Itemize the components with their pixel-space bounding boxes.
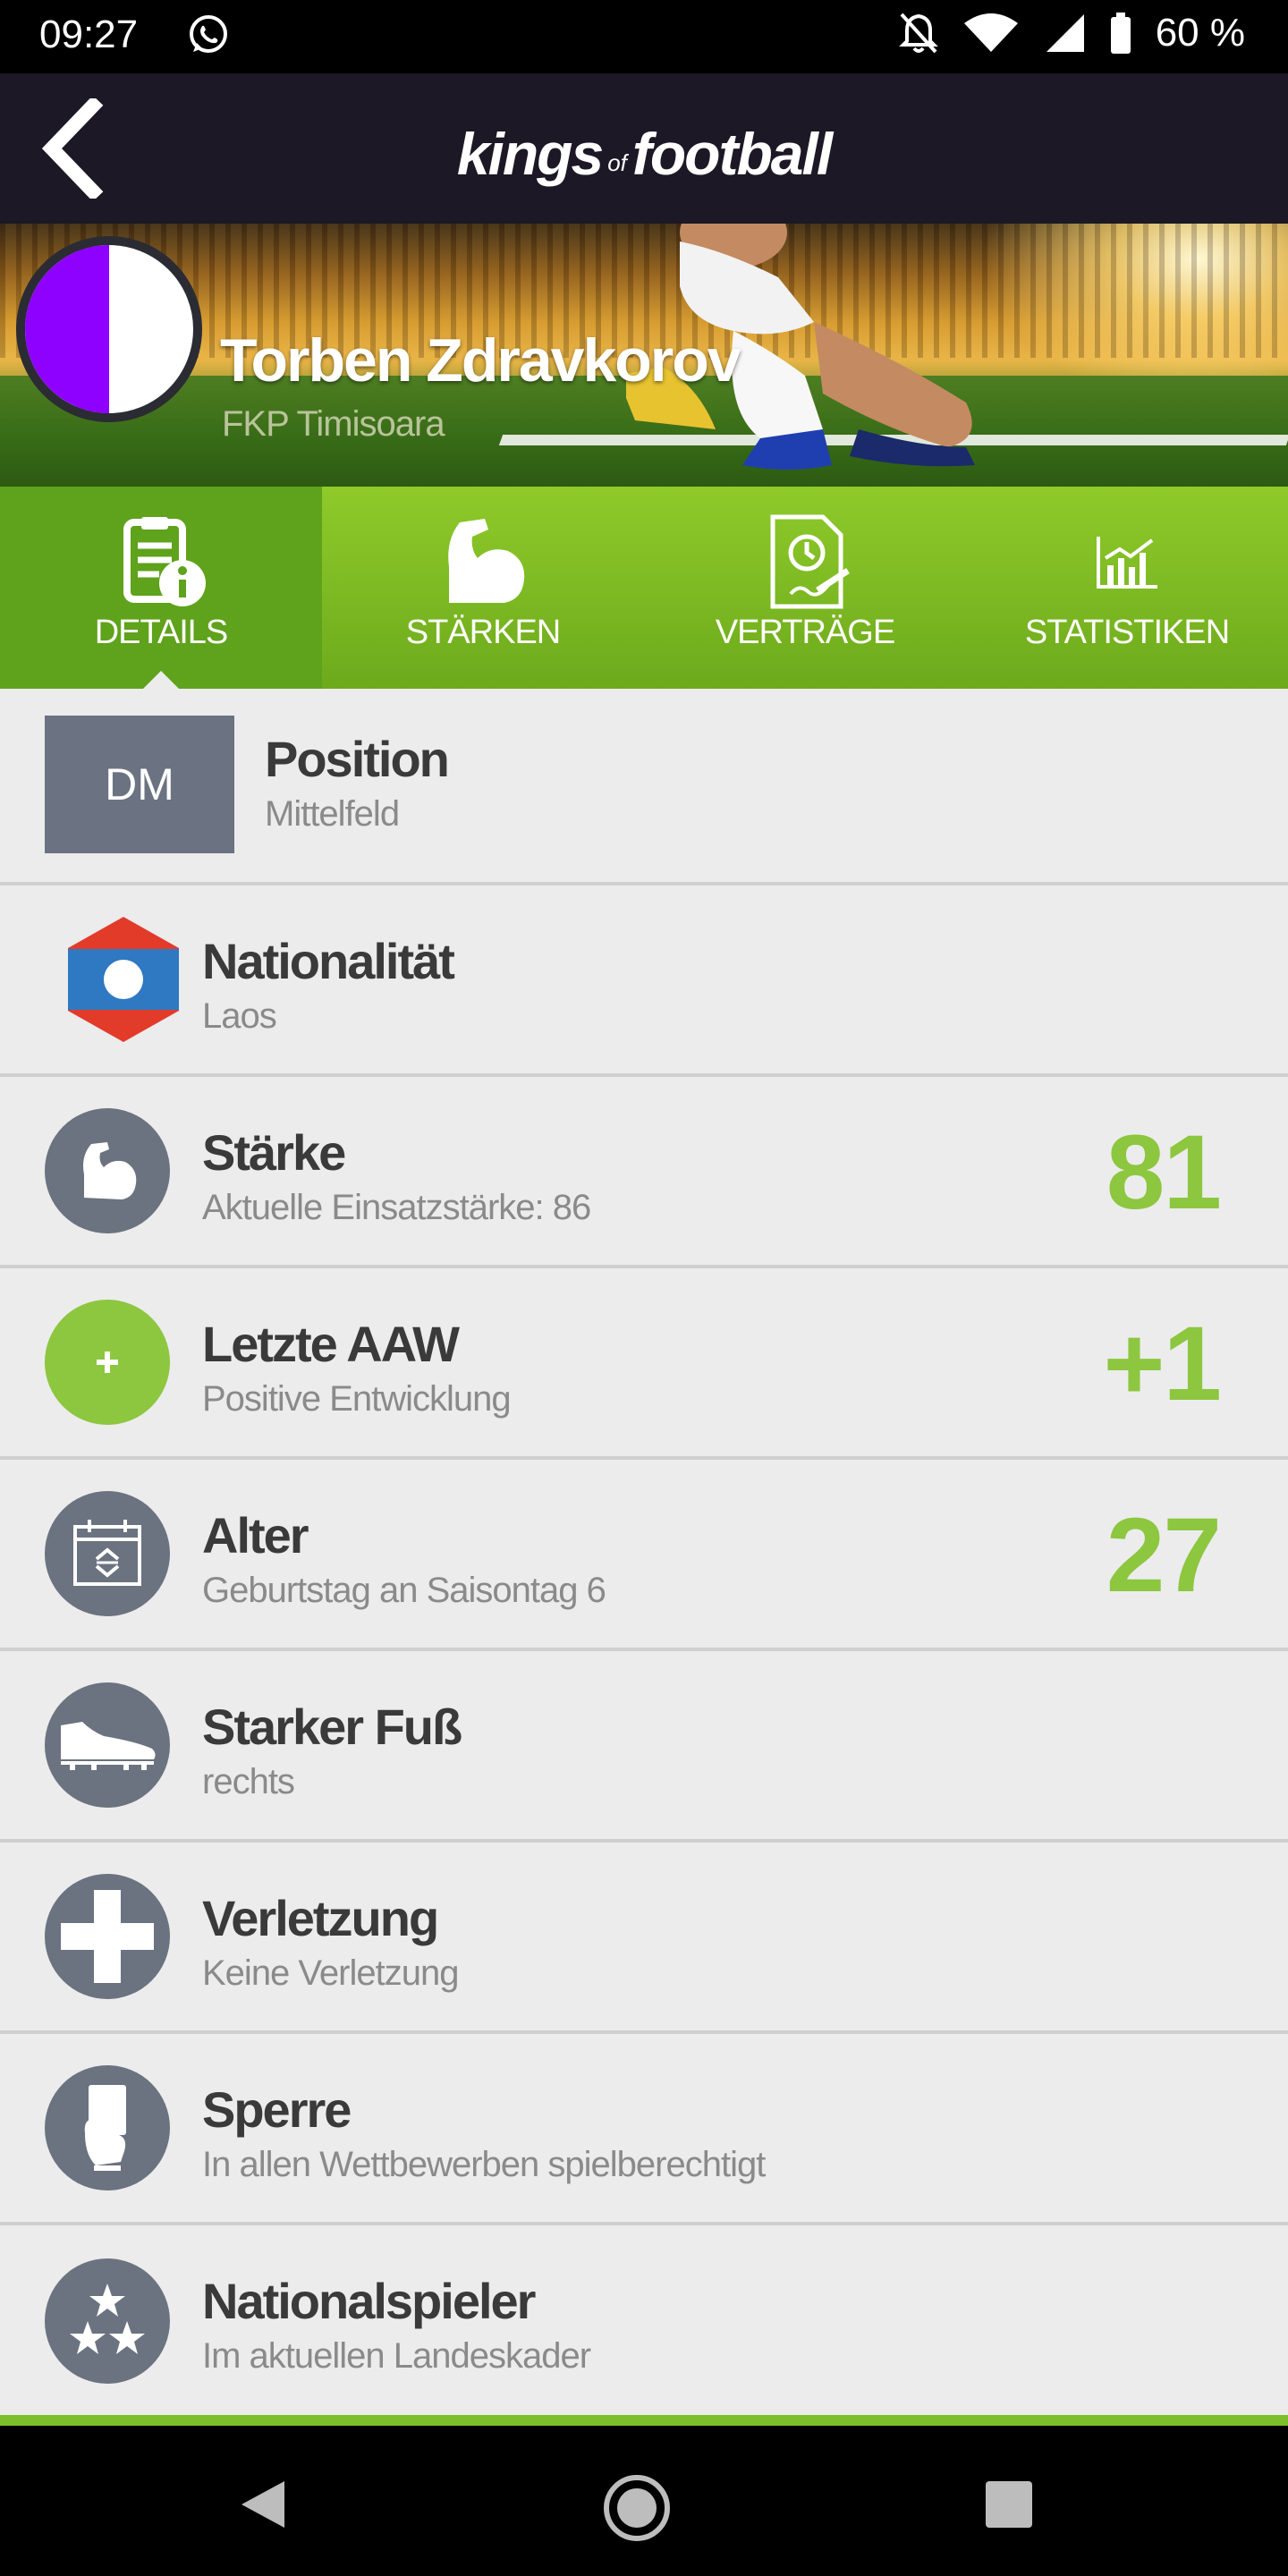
detail-row-nationalspieler: Nationalspieler Im aktuellen Landeskader — [0, 2225, 1288, 2417]
detail-row-nationality: Nationalität Laos — [0, 886, 1288, 1077]
fuss-icon-circle — [45, 1682, 170, 1808]
player-name: Torben Zdravkorov — [220, 326, 741, 394]
row-subtitle: Mittelfeld — [265, 794, 400, 834]
stars-icon — [70, 2284, 145, 2354]
staerke-icon-circle — [45, 1108, 170, 1233]
tab-vertraege[interactable]: VERTRÄGE — [644, 487, 966, 689]
app-header: kings offootball — [0, 73, 1288, 224]
staerke-value: 81 — [1106, 1114, 1222, 1232]
tab-statistiken[interactable]: STATISTIKEN — [966, 487, 1288, 689]
verletzung-icon-circle — [45, 1874, 170, 1999]
row-subtitle: Geburtstag an Saisontag 6 — [202, 1571, 606, 1610]
nav-back-button[interactable] — [238, 2478, 288, 2531]
logo-kings: kings — [456, 121, 604, 187]
logo-of: of — [607, 149, 627, 176]
row-subtitle: rechts — [202, 1762, 295, 1801]
battery-icon — [1110, 13, 1131, 54]
row-subtitle: Positive Entwicklung — [202, 1379, 512, 1419]
logo-football: football — [631, 121, 833, 187]
row-title: Nationalität — [202, 933, 455, 989]
row-title: Alter — [202, 1507, 309, 1563]
tab-staerken-label: STÄRKEN — [405, 614, 561, 651]
medical-cross-icon — [61, 1890, 154, 1983]
bicep-icon — [83, 1142, 137, 1199]
contract-icon — [770, 514, 850, 609]
tab-details-label: DETAILS — [94, 614, 229, 651]
row-subtitle: Laos — [202, 996, 277, 1036]
status-time: 09:27 — [39, 13, 139, 56]
sperre-icon-circle — [45, 2065, 170, 2190]
system-nav-bar — [0, 2426, 1288, 2576]
club-badge — [16, 236, 202, 422]
row-title: Sperre — [202, 2081, 352, 2138]
detail-row-position: DM Position Mittelfeld — [0, 689, 1288, 886]
row-subtitle: Aktuelle Einsatzstärke: 86 — [202, 1188, 591, 1227]
stats-icon — [1097, 537, 1157, 589]
battery-percent: 60 % — [1155, 11, 1245, 55]
signal-icon — [1046, 14, 1084, 52]
row-title: Stärke — [202, 1124, 346, 1181]
detail-list: DM Position Mittelfeld Nationalität Laos… — [0, 689, 1288, 2417]
row-subtitle: In allen Wettbewerben spielberechtigt — [202, 2145, 766, 2184]
detail-row-staerke: Stärke Aktuelle Einsatzstärke: 86 81 — [0, 1077, 1288, 1268]
detail-row-verletzung: Verletzung Keine Verletzung — [0, 1843, 1288, 2034]
whatsapp-icon — [190, 15, 227, 53]
plus-icon — [97, 1352, 118, 1373]
row-title: Nationalspieler — [202, 2273, 536, 2329]
detail-row-sperre: Sperre In allen Wettbewerben spielberech… — [0, 2034, 1288, 2225]
status-icons: 60 % — [898, 11, 1245, 55]
row-subtitle: Keine Verletzung — [202, 1953, 459, 1993]
row-title: Letzte AAW — [202, 1316, 460, 1372]
tab-statistiken-label: STATISTIKEN — [1024, 614, 1230, 651]
club-badge-color-left — [25, 245, 109, 413]
aaw-icon-circle — [45, 1300, 170, 1425]
tab-vertraege-label: VERTRÄGE — [715, 614, 895, 651]
laos-flag-icon — [68, 917, 179, 1042]
nationalspieler-icon-circle — [45, 2258, 170, 2384]
active-tab-pointer — [141, 671, 181, 691]
position-badge: DM — [45, 716, 234, 853]
bicep-icon — [448, 519, 525, 603]
alter-icon-circle — [45, 1491, 170, 1616]
tab-staerken[interactable]: STÄRKEN — [322, 487, 644, 689]
referee-card-icon — [84, 2085, 126, 2171]
row-subtitle: Im aktuellen Landeskader — [202, 2336, 591, 2376]
bottom-accent-bar — [0, 2415, 1288, 2426]
nav-home-button[interactable] — [601, 2472, 673, 2544]
row-title: Position — [265, 731, 450, 787]
tab-bar: DETAILS STÄRKEN VERTRÄGE STATISTIKEN — [0, 487, 1288, 691]
wifi-icon — [963, 13, 1018, 52]
details-icon — [123, 517, 206, 606]
player-club[interactable]: FKP Timisoara — [222, 404, 445, 445]
alter-value: 27 — [1106, 1496, 1222, 1614]
detail-row-alter: Alter Geburtstag an Saisontag 6 27 — [0, 1460, 1288, 1651]
tab-details[interactable]: DETAILS — [0, 487, 322, 691]
status-bar: 09:27 60 % — [0, 0, 1288, 73]
notifications-off-icon — [898, 13, 938, 54]
row-title: Verletzung — [202, 1890, 439, 1946]
detail-row-starker-fuss: Starker Fuß rechts — [0, 1651, 1288, 1843]
nav-recents-button[interactable] — [984, 2479, 1034, 2529]
calendar-icon — [73, 1520, 141, 1586]
app-logo: kings offootball — [0, 120, 1288, 188]
row-title: Starker Fuß — [202, 1699, 462, 1755]
detail-row-letzte-aaw: Letzte AAW Positive Entwicklung +1 — [0, 1268, 1288, 1460]
aaw-value: +1 — [1103, 1305, 1222, 1423]
boot-icon — [61, 1722, 156, 1770]
